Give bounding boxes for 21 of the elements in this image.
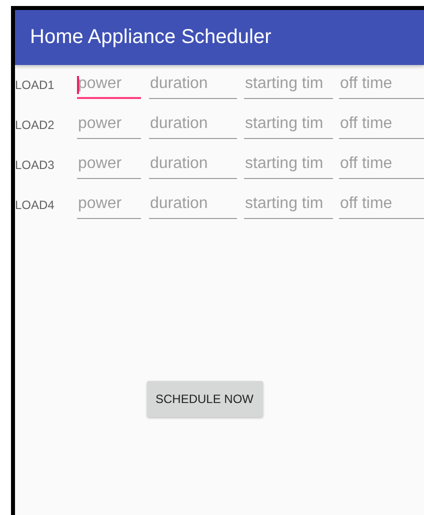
input-field[interactable]: duration [149, 190, 237, 219]
load-label: LOAD1 [15, 77, 56, 94]
input-field[interactable]: off time [339, 110, 424, 139]
input-field[interactable]: starting tim [244, 190, 333, 219]
schedule-button[interactable]: SCHEDULE NOW [146, 381, 262, 417]
input-field[interactable]: starting tim [244, 150, 333, 179]
load-label: LOAD3 [15, 157, 56, 174]
input-field[interactable]: off time [339, 70, 424, 99]
input-field[interactable]: off time [339, 190, 424, 219]
input-field[interactable]: duration [149, 110, 237, 139]
input-field[interactable]: off time [339, 150, 424, 179]
input-field[interactable]: power [77, 110, 141, 139]
input-field[interactable]: starting tim [244, 70, 333, 99]
load-label: LOAD4 [15, 197, 56, 214]
input-field[interactable]: starting tim [244, 110, 333, 139]
app-title: Home Appliance Scheduler [30, 26, 272, 49]
input-field[interactable]: duration [149, 150, 237, 179]
load-label: LOAD2 [15, 117, 56, 134]
input-field[interactable]: duration [149, 70, 237, 99]
input-field[interactable]: power [77, 150, 141, 179]
input-field[interactable]: power [77, 190, 141, 219]
